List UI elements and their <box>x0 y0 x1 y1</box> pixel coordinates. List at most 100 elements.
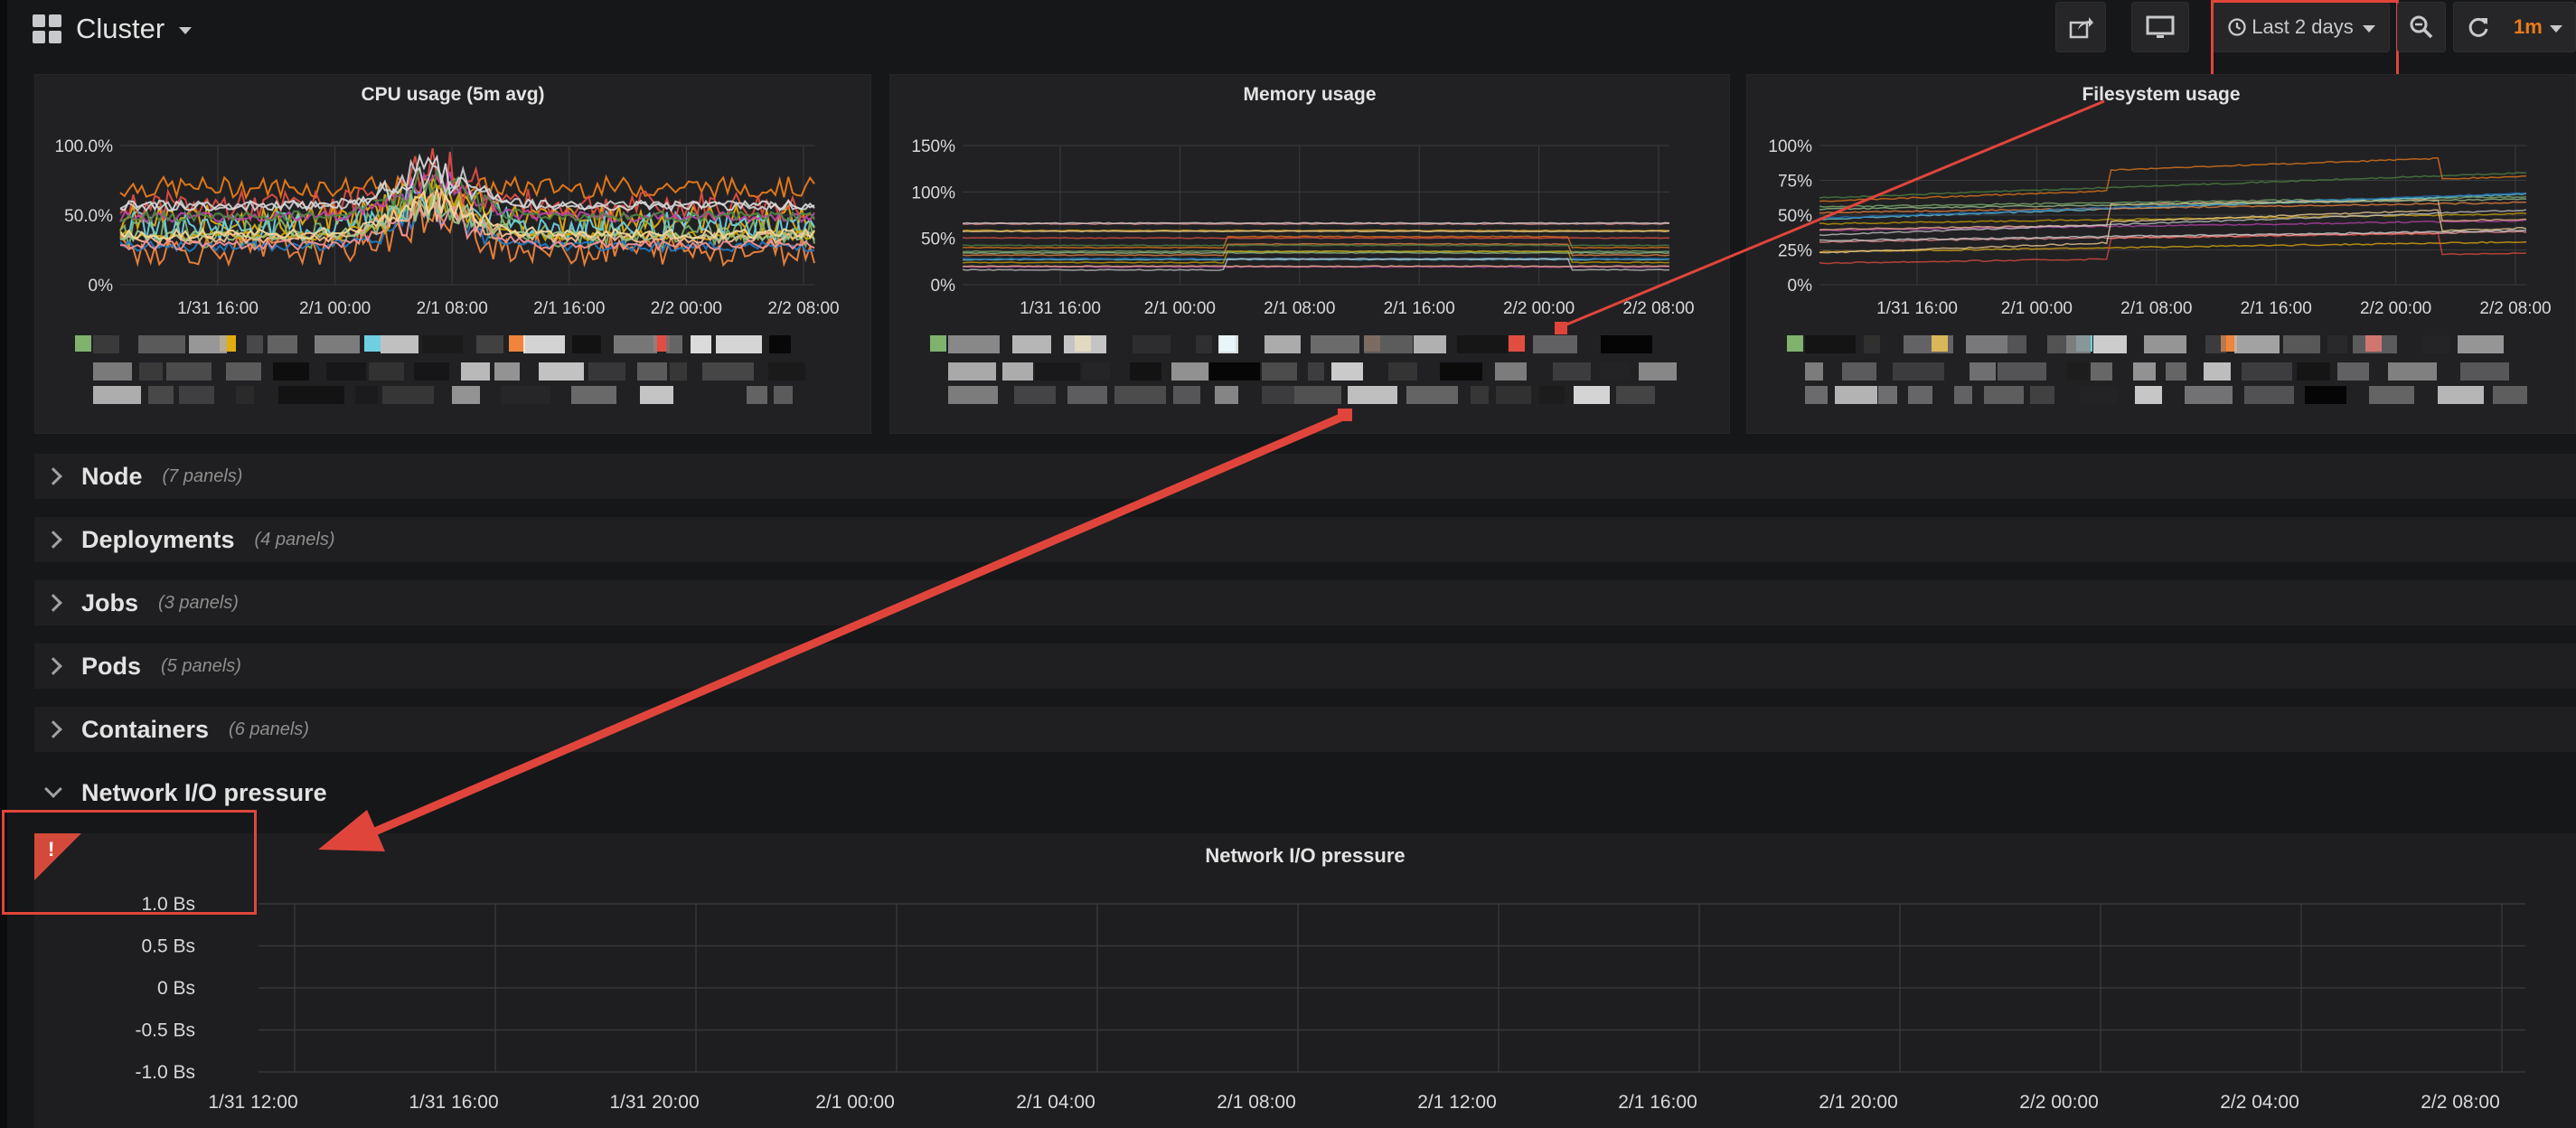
legend-entry[interactable] <box>2144 335 2186 353</box>
legend-entry[interactable] <box>414 362 449 381</box>
legend-entry[interactable] <box>2493 386 2527 404</box>
legend-entry[interactable] <box>1082 362 1110 381</box>
legend-entry[interactable] <box>2234 335 2280 353</box>
legend-entry[interactable] <box>1601 335 1652 353</box>
refresh-picker[interactable]: 1m <box>2453 2 2576 52</box>
legend-entry[interactable] <box>355 386 378 404</box>
legend-entry[interactable] <box>1878 386 1897 404</box>
legend-entry[interactable] <box>1264 335 1301 353</box>
legend-entry[interactable] <box>1457 335 1508 353</box>
legend-entry[interactable] <box>2066 362 2089 381</box>
legend-entry[interactable] <box>93 335 119 353</box>
row-containers[interactable]: Containers (6 panels) <box>34 707 2576 752</box>
legend-entry[interactable] <box>2353 335 2397 353</box>
legend-entry[interactable] <box>2327 335 2347 353</box>
legend-entry[interactable] <box>2244 386 2294 404</box>
legend-entry[interactable] <box>1966 335 2007 353</box>
legend-entry[interactable] <box>716 335 762 353</box>
legend-entry[interactable] <box>189 335 227 353</box>
filesystem-usage-panel[interactable]: Filesystem usage 100% 75% 50% 25% 0% 1/31 16:… <box>1746 74 2576 434</box>
legend-entry[interactable] <box>1262 386 1294 404</box>
legend-entry[interactable] <box>1406 386 1458 404</box>
legend-entry[interactable] <box>296 386 344 404</box>
legend-entry[interactable] <box>1348 386 1397 404</box>
legend-entry[interactable] <box>139 362 163 381</box>
legend-entry[interactable] <box>2135 386 2162 404</box>
legend-entry[interactable] <box>382 386 434 404</box>
row-deployments[interactable]: Deployments (4 panels) <box>34 517 2576 562</box>
legend-entry[interactable] <box>1331 362 1363 381</box>
legend-entry[interactable] <box>2081 386 2117 404</box>
legend-entry[interactable] <box>948 362 996 381</box>
network-io-pressure-panel[interactable]: Network I/O pressure 1.0 Bs 0.5 Bs 0 Bs -0.… <box>34 833 2576 1128</box>
legend-entry[interactable] <box>614 335 657 353</box>
legend-entry[interactable] <box>273 362 309 381</box>
zoom-out-button[interactable] <box>2397 2 2446 52</box>
legend-entry[interactable] <box>747 386 767 404</box>
legend-entry[interactable] <box>774 386 793 404</box>
legend-entry[interactable] <box>1908 386 1932 404</box>
tv-mode-button[interactable] <box>2131 2 2189 52</box>
legend-entry[interactable] <box>2337 362 2369 381</box>
legend-entry[interactable] <box>1064 335 1106 353</box>
legend-entry[interactable] <box>588 362 625 381</box>
legend-entry[interactable] <box>166 362 212 381</box>
legend-entry[interactable] <box>452 386 480 404</box>
legend-entry[interactable] <box>247 335 263 353</box>
legend-entry[interactable] <box>2066 335 2091 353</box>
legend-entry[interactable] <box>1215 386 1238 404</box>
legend-entry[interactable] <box>637 362 667 381</box>
legend-entry[interactable] <box>2242 362 2292 381</box>
legend-entry[interactable] <box>226 362 261 381</box>
legend-entry[interactable] <box>1574 386 1610 404</box>
legend-entry[interactable] <box>2204 362 2231 381</box>
legend-entry[interactable] <box>93 362 132 381</box>
legend-entry[interactable] <box>948 386 998 404</box>
legend-entry[interactable] <box>1616 386 1655 404</box>
legend-entry[interactable] <box>688 386 738 404</box>
legend-entry[interactable] <box>2388 362 2437 381</box>
legend-entry[interactable] <box>1970 362 1996 381</box>
legend-entry[interactable] <box>2460 362 2509 381</box>
legend-entry[interactable] <box>315 335 360 353</box>
legend-entry[interactable] <box>1294 386 1341 404</box>
legend-entry[interactable] <box>2205 335 2226 353</box>
legend-entry[interactable] <box>278 386 296 404</box>
legend-entry[interactable] <box>702 362 754 381</box>
row-jobs[interactable]: Jobs (3 panels) <box>34 580 2576 625</box>
legend-entry[interactable] <box>2047 335 2066 353</box>
legend-entry[interactable] <box>1262 362 1297 381</box>
legend-entry[interactable] <box>2438 386 2484 404</box>
legend-entry[interactable] <box>1067 386 1107 404</box>
legend-entry[interactable] <box>1639 362 1677 381</box>
legend-entry[interactable] <box>381 335 418 353</box>
row-node[interactable]: Node (7 panels) <box>34 454 2576 499</box>
legend-entry[interactable] <box>1388 362 1417 381</box>
legend-entry[interactable] <box>1130 362 1161 381</box>
legend-entry[interactable] <box>1012 335 1051 353</box>
cpu-usage-panel[interactable]: CPU usage (5m avg) 100.0% 50.0% 0% 1/31 16:… <box>34 74 871 434</box>
legend-entry[interactable] <box>93 386 141 404</box>
legend-entry[interactable] <box>1308 362 1324 381</box>
legend-entry[interactable] <box>476 335 503 353</box>
memory-usage-panel[interactable]: Memory usage 150% 100% 50% 0% 1/31 16:00 2/1 … <box>889 74 1730 434</box>
legend-entry[interactable] <box>1842 362 1876 381</box>
legend-entry[interactable] <box>769 335 791 353</box>
legend-entry[interactable] <box>1600 362 1631 381</box>
legend-entry[interactable] <box>461 362 490 381</box>
legend-entry[interactable] <box>523 335 565 353</box>
legend-entry[interactable] <box>1133 335 1170 353</box>
legend-entry[interactable] <box>1114 386 1166 404</box>
legend-entry[interactable] <box>2030 386 2054 404</box>
legend-entry[interactable] <box>494 362 520 381</box>
legend-entry[interactable] <box>571 386 616 404</box>
legend-entry[interactable] <box>670 362 687 381</box>
legend-entry[interactable] <box>2422 335 2449 353</box>
row-network-io-pressure[interactable]: Network I/O pressure <box>34 770 327 815</box>
legend-entry[interactable] <box>1218 335 1238 353</box>
legend-entry[interactable] <box>268 335 297 353</box>
legend-entry[interactable] <box>1196 335 1212 353</box>
share-button[interactable] <box>2055 2 2106 52</box>
legend-entry[interactable] <box>1035 362 1080 381</box>
legend-entry[interactable] <box>948 335 1000 353</box>
